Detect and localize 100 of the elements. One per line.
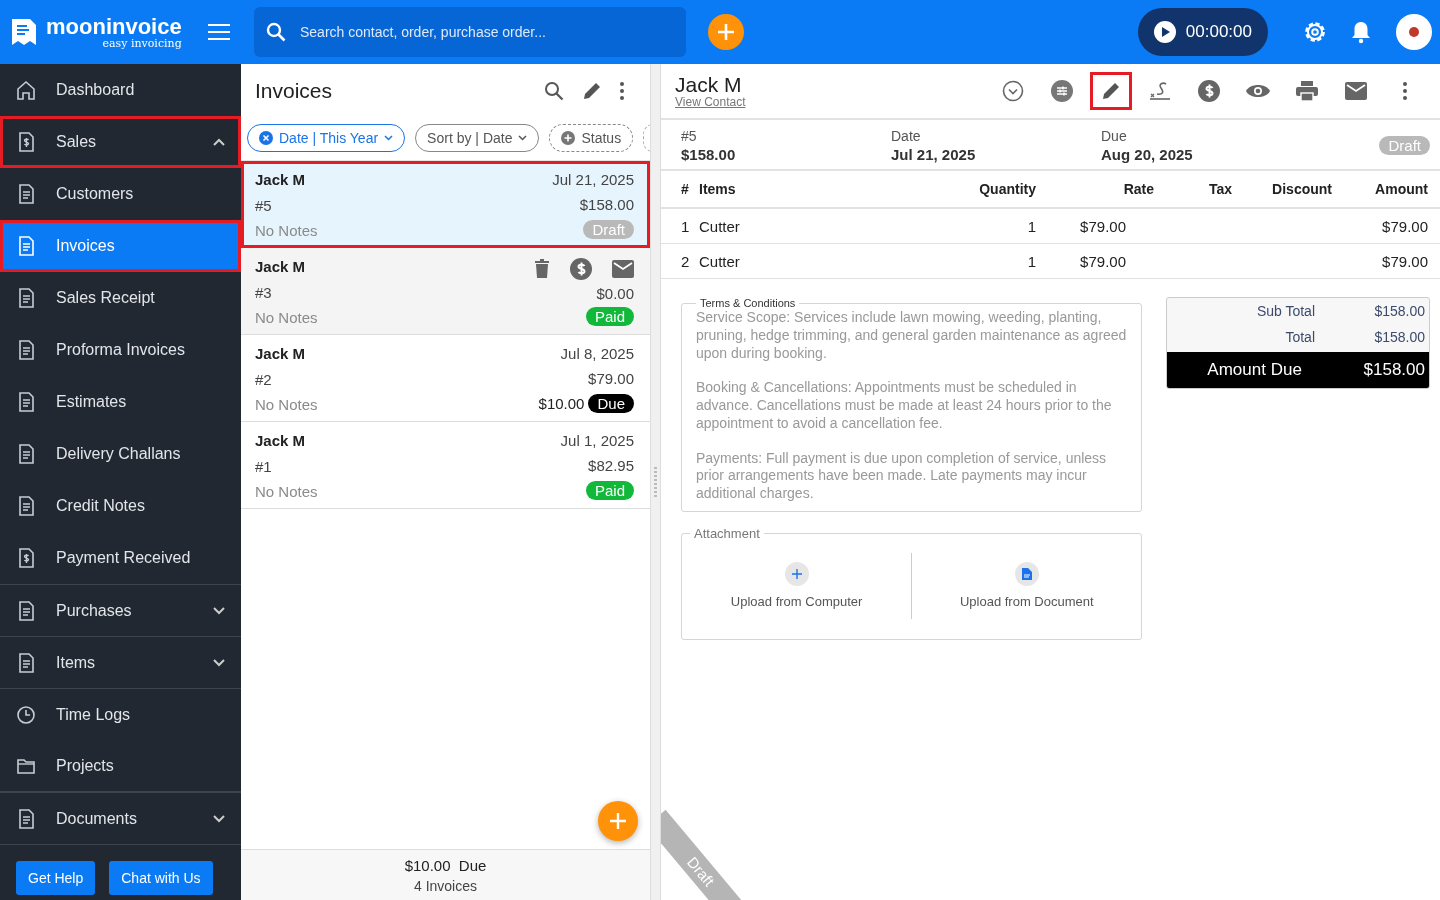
home-icon [16, 79, 36, 101]
status-badge: Draft [1379, 136, 1430, 155]
sidebar-item[interactable]: Payment Received [0, 532, 241, 584]
doc-icon [16, 495, 36, 517]
chevron-icon [518, 135, 528, 141]
dollar-icon[interactable] [570, 258, 592, 280]
clock-icon [16, 703, 36, 726]
sidebar-item[interactable]: Proforma Invoices [0, 324, 241, 376]
table-cell: $79.00 [1080, 217, 1126, 235]
plus-icon [561, 131, 576, 145]
filter-chip[interactable]: Date | This Year [247, 124, 406, 152]
customer-name: Jack M [675, 72, 743, 96]
total-value: $158.00 [1373, 329, 1425, 345]
sidebar-item[interactable]: Invoices [0, 220, 241, 272]
sidebar-item[interactable]: Dashboard [0, 64, 241, 116]
invoice-amount: $82.95 [588, 456, 634, 474]
sidebar-item[interactable]: Sales [0, 116, 241, 168]
terms-paragraph: Service Scope: Services include lawn mowing, weeding, planting, pruning, hedge trimming, and general garden maintenance as agreed upon during booking. [696, 309, 1128, 363]
timer-button[interactable]: 00:00:00 [1137, 8, 1268, 56]
invoice-row[interactable]: Jack M #1 No Notes Jul 1, 2025 $82.95 Paid [241, 422, 650, 509]
due-amount: $10.00 [538, 395, 585, 412]
invoice-number: #5 [255, 196, 273, 214]
amount-due-label: Amount Due [1207, 360, 1302, 380]
invoice-notes: No Notes [255, 222, 318, 239]
signature-icon[interactable] [1149, 80, 1171, 102]
more-icon[interactable] [620, 82, 624, 100]
more-icon[interactable] [1403, 82, 1407, 100]
chevron-icon [213, 606, 225, 615]
brand-name: mooninvoice [46, 15, 182, 38]
dollar-icon[interactable] [1198, 80, 1220, 102]
dollar-icon [16, 547, 36, 569]
total-value: $158.00 [1373, 303, 1425, 319]
logo-icon [10, 17, 38, 47]
chevron-icon [384, 135, 394, 141]
mail-icon[interactable] [612, 260, 634, 278]
amount-due-value: $158.00 [1363, 360, 1425, 380]
invoice-amount: $0.00 [596, 285, 634, 302]
table-cell: 1 [1027, 217, 1036, 235]
search-icon[interactable] [544, 81, 564, 101]
invoice-number: #5 [681, 128, 698, 144]
sidebar-item[interactable]: Sales Receipt [0, 272, 241, 324]
column-header: Tax [1207, 181, 1232, 197]
invoice-count: 4 Invoices [413, 877, 477, 894]
invoice-number: #1 [255, 457, 273, 475]
help-button[interactable]: Chat with Us [109, 861, 213, 895]
search-field[interactable]: Search contact, order, purchase order... [298, 23, 674, 41]
sidebar-item[interactable]: Credit Notes [0, 480, 241, 532]
invoice-amount: $158.00 [579, 195, 634, 213]
pencil-icon[interactable] [582, 81, 602, 101]
sidebar-item[interactable]: Delivery Challans [0, 428, 241, 480]
total-label: Sub Total [1255, 303, 1315, 319]
list-title: Invoices [255, 79, 334, 103]
upload-option[interactable]: Upload from Computer [682, 561, 912, 611]
add-button[interactable] [708, 14, 744, 50]
invoice-date: Jul 8, 2025 [560, 345, 634, 362]
brand-tagline: easy invoicing [102, 37, 182, 49]
trash-icon[interactable] [534, 259, 550, 279]
terms-paragraph: Booking & Cancellations: Appointments must be scheduled in advance. Cancellations must be made at least 24 hours prior to the appointment to avoid a cancellation fee. [696, 379, 1113, 433]
sidebar-item[interactable]: Estimates [0, 376, 241, 428]
filter-chip[interactable]: Sort by | Date [415, 124, 540, 152]
status-badge: Paid [585, 307, 634, 326]
table-cell: $79.00 [1382, 217, 1428, 235]
invoice-row[interactable]: Jack M #5 No Notes Jul 21, 2025 $158.00 Draft [241, 161, 650, 248]
notification-bell-icon[interactable] [1350, 20, 1372, 44]
total-label: Total [1284, 329, 1315, 345]
upload-option[interactable]: Upload from Document [912, 561, 1142, 611]
mail-icon[interactable] [1345, 82, 1367, 100]
terms-paragraph: Payments: Full payment is due upon completion of service, unless prior arrangements have been made. Late payments may incur additional charges. [696, 449, 1108, 503]
invoice-row[interactable]: Jack M #3 No Notes $0.00 Paid [241, 248, 650, 335]
settings-icon[interactable] [1302, 19, 1328, 45]
column-header: Amount [1374, 181, 1428, 197]
date-label: Date [891, 128, 922, 144]
doc-icon [16, 235, 36, 257]
status-badge: Paid [585, 481, 634, 500]
view-contact-link[interactable]: View Contact [675, 95, 746, 110]
customer-name: Jack M [255, 171, 307, 188]
due-label: Due [1101, 128, 1128, 144]
eye-icon[interactable] [1246, 83, 1270, 99]
invoice-notes: No Notes [255, 483, 318, 500]
clear-icon [259, 131, 273, 145]
avatar[interactable] [1396, 14, 1432, 50]
sliders-icon[interactable] [1051, 80, 1073, 102]
search-bar[interactable]: Search contact, order, purchase order... [254, 7, 686, 57]
due-date: Aug 20, 2025 [1101, 146, 1194, 163]
table-cell: 2 [681, 252, 690, 270]
invoice-row[interactable]: Jack M #2 No Notes Jul 8, 2025 $79.00 $10.00 Due [241, 335, 650, 422]
chevron-circle-icon[interactable] [1002, 80, 1024, 102]
doc-icon [16, 391, 36, 413]
plus-icon [791, 569, 802, 580]
pencil-icon[interactable] [1101, 81, 1121, 101]
invoice-date: Jul 21, 2025 [552, 171, 634, 188]
customer-name: Jack M [255, 258, 307, 275]
invoice-date: Jul 1, 2025 [560, 432, 634, 449]
printer-icon[interactable] [1296, 81, 1318, 101]
sidebar-item[interactable]: Customers [0, 168, 241, 220]
help-button[interactable]: Get Help [16, 861, 96, 895]
splitter-handle[interactable] [651, 64, 660, 900]
invoice-notes: No Notes [255, 396, 318, 413]
table-cell: 1 [1027, 252, 1036, 270]
filter-chip[interactable]: Status [549, 124, 634, 152]
